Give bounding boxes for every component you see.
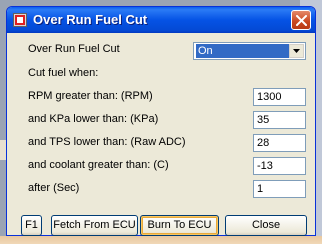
kpa-label: and KPa lower than: (KPa) bbox=[28, 113, 159, 125]
mode-select[interactable]: On bbox=[193, 42, 306, 60]
after-label: after (Sec) bbox=[28, 182, 80, 194]
background-region bbox=[0, 236, 322, 244]
cut-fuel-heading: Cut fuel when: bbox=[28, 67, 99, 79]
kpa-input[interactable] bbox=[253, 111, 306, 129]
close-icon bbox=[296, 15, 307, 26]
title-bar[interactable]: Over Run Fuel Cut bbox=[7, 7, 315, 33]
rpm-input[interactable] bbox=[253, 88, 306, 106]
chevron-down-icon bbox=[293, 49, 300, 53]
tps-input[interactable] bbox=[253, 134, 306, 152]
dialog-window: Over Run Fuel Cut Over Run Fuel Cut On C… bbox=[6, 6, 316, 236]
dropdown-button[interactable] bbox=[289, 44, 304, 58]
app-icon bbox=[13, 13, 27, 27]
rpm-label: RPM greater than: (RPM) bbox=[28, 90, 153, 102]
coolant-input[interactable] bbox=[253, 157, 306, 175]
tps-label: and TPS lower than: (Raw ADC) bbox=[28, 136, 186, 148]
window-title: Over Run Fuel Cut bbox=[33, 12, 148, 27]
burn-to-ecu-button[interactable]: Burn To ECU bbox=[140, 215, 219, 236]
help-button[interactable]: F1 bbox=[21, 215, 42, 236]
coolant-label: and coolant greater than: (C) bbox=[28, 159, 169, 171]
fetch-from-ecu-button[interactable]: Fetch From ECU bbox=[51, 215, 138, 236]
after-input[interactable] bbox=[253, 180, 306, 198]
close-window-button[interactable] bbox=[291, 10, 311, 30]
close-button[interactable]: Close bbox=[225, 215, 307, 236]
mode-select-value: On bbox=[196, 44, 292, 58]
mode-label: Over Run Fuel Cut bbox=[28, 43, 120, 55]
